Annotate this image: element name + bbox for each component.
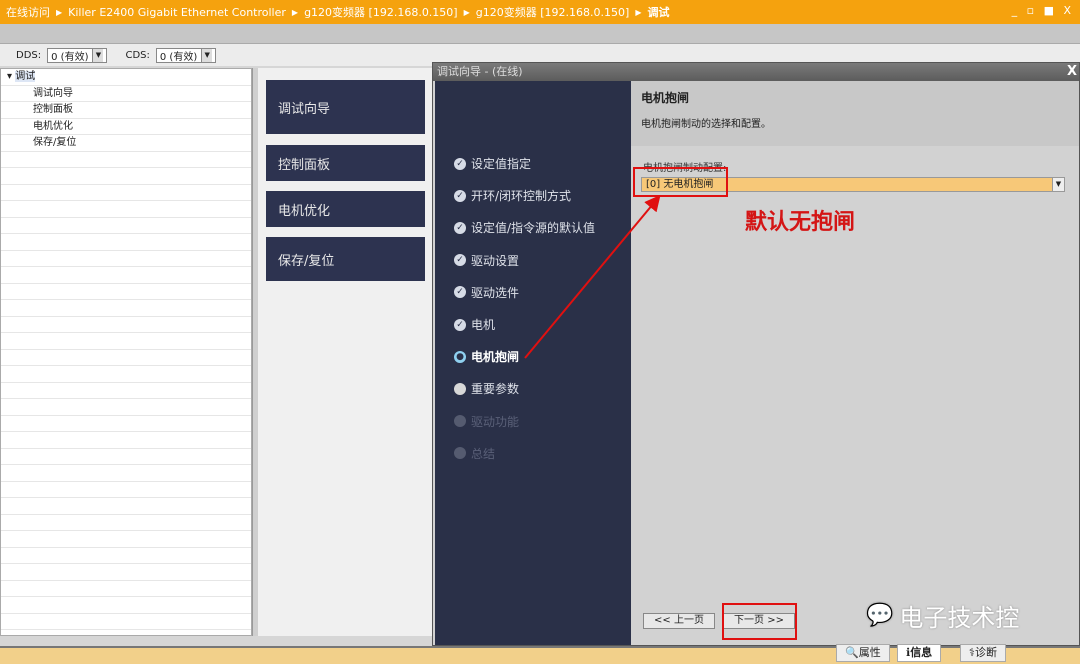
watermark: 💬 电子技术控: [866, 598, 1019, 633]
annotation-text: 默认无抱闸: [745, 210, 856, 235]
watermark-text: 电子技术控: [899, 604, 1020, 632]
wechat-icon: 💬: [866, 603, 894, 628]
annotation-arrow: [524, 194, 661, 359]
